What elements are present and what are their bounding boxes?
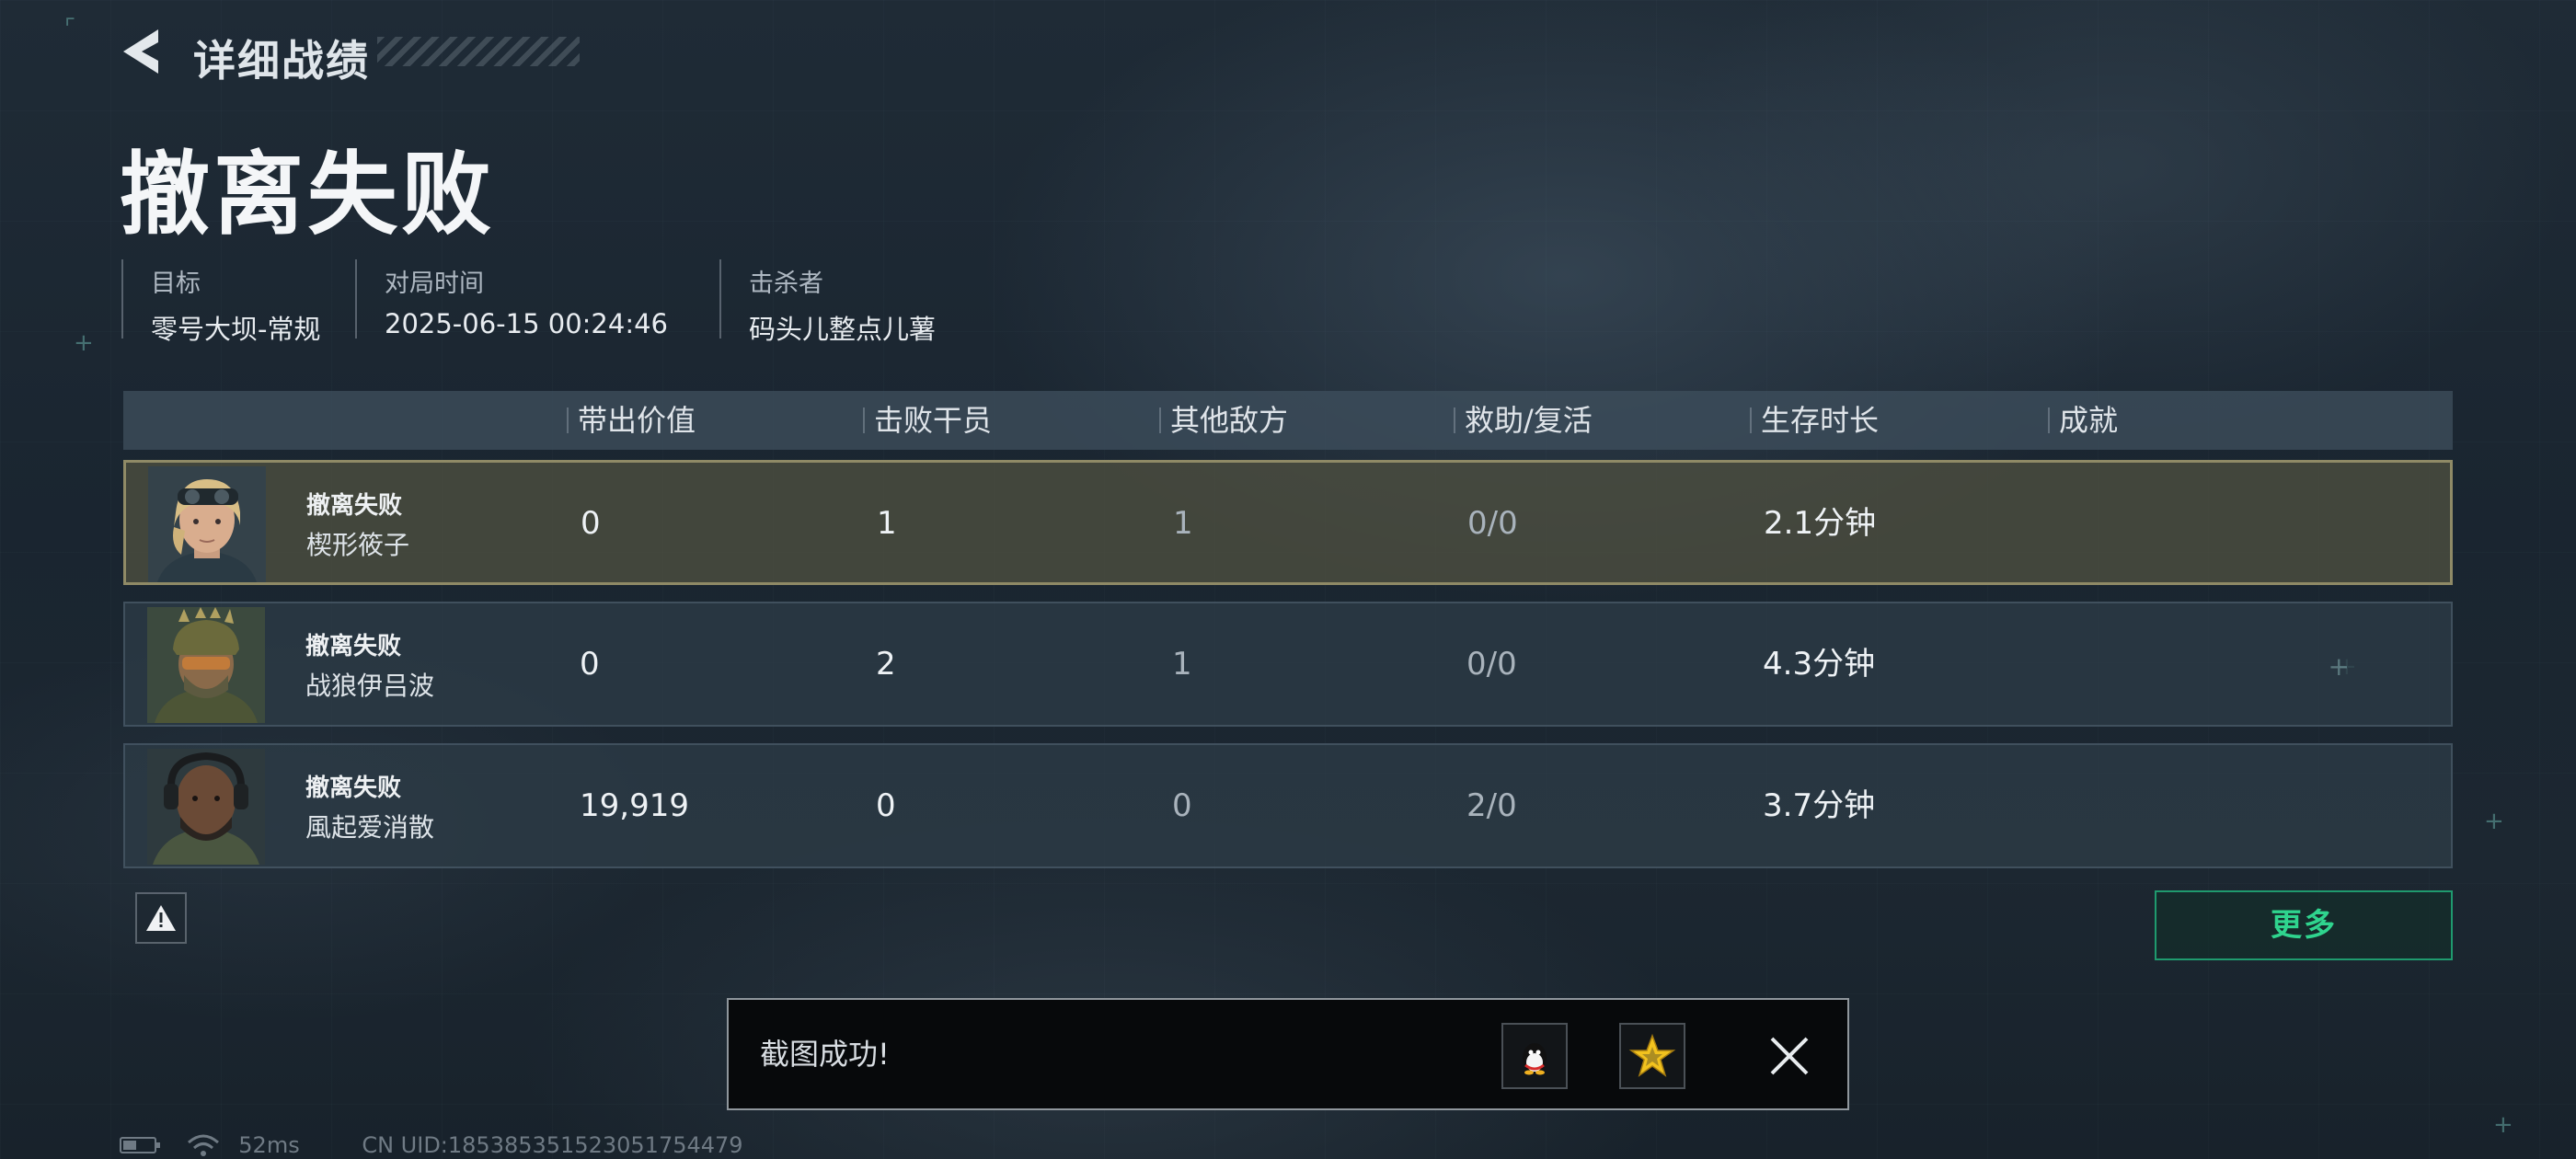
back-button[interactable] (118, 26, 169, 77)
player-status: 撤离失败 (305, 633, 402, 660)
share-qzone-button[interactable] (1619, 1023, 1685, 1089)
table-row[interactable]: 撤离失败 楔形筱子 0 1 1 0/0 2.1分钟 (123, 460, 2453, 585)
close-icon (1770, 1037, 1809, 1075)
cell-operator-kills: 2 (876, 646, 896, 683)
cell-operator-kills: 0 (876, 787, 896, 824)
qq-icon (1523, 1043, 1547, 1075)
cell-survival-time: 3.7分钟 (1763, 787, 1876, 824)
back-arrow-icon (123, 29, 158, 74)
info-value: 零号大坝-常规 (151, 314, 321, 345)
column-header: 成就 (2048, 391, 2118, 450)
status-bar: 52ms CN UID:185385351523051754479 (120, 1131, 743, 1158)
table-row[interactable]: 撤离失败 战狼伊吕波 0 2 1 0/0 4.3分钟 + (123, 602, 2453, 727)
wifi-icon (187, 1134, 219, 1156)
info-match-time: 对局时间 2025-06-15 00:24:46 (355, 259, 668, 339)
battery-icon (120, 1137, 160, 1153)
info-label: 目标 (151, 270, 201, 298)
info-killer: 击杀者 码头儿整点儿薯 (719, 259, 936, 345)
column-header: 生存时长 (1750, 391, 1879, 450)
hud-marker: + (2328, 651, 2350, 682)
cell-assist-revive: 0/0 (1467, 505, 1518, 542)
cell-extract-value: 0 (580, 646, 600, 683)
share-qq-button[interactable] (1501, 1023, 1568, 1089)
hud-marker: ⌜ (64, 15, 76, 42)
hud-marker: + (2493, 1111, 2513, 1139)
page-title: 撤离失败 (120, 143, 496, 247)
player-status: 撤离失败 (306, 492, 403, 520)
more-button[interactable]: 更多 (2155, 890, 2453, 960)
cell-assist-revive: 2/0 (1466, 787, 1517, 824)
title-decoration (377, 37, 580, 66)
uid-text: CN UID:185385351523051754479 (362, 1132, 743, 1158)
toast-message: 截图成功! (760, 1037, 890, 1072)
table-row[interactable]: 撤离失败 風起爱消散 19,919 0 0 2/0 3.7分钟 (123, 743, 2453, 868)
player-name: 战狼伊吕波 (305, 671, 435, 701)
ping-text: 52ms (238, 1132, 300, 1158)
column-header: 带出价值 (567, 391, 696, 450)
cell-operator-kills: 1 (877, 505, 897, 542)
cell-extract-value: 19,919 (580, 787, 689, 824)
cell-extract-value: 0 (581, 505, 601, 542)
warning-icon (146, 905, 176, 931)
cell-survival-time: 4.3分钟 (1763, 646, 1876, 683)
info-target: 目标 零号大坝-常规 (121, 259, 320, 345)
cell-other-enemies: 1 (1172, 646, 1192, 683)
screenshot-toast: 截图成功! (727, 998, 1849, 1110)
player-name: 楔形筱子 (306, 530, 410, 560)
hud-marker: + (74, 329, 94, 357)
avatar (147, 749, 265, 865)
avatar (147, 607, 265, 723)
column-header: 其他敌方 (1159, 391, 1288, 450)
info-value: 码头儿整点儿薯 (749, 314, 937, 345)
cell-other-enemies: 0 (1172, 787, 1192, 824)
info-label: 对局时间 (385, 270, 484, 298)
table-header: 带出价值 击败干员 其他敌方 救助/复活 生存时长 成就 (123, 391, 2453, 450)
player-name: 風起爱消散 (305, 812, 435, 843)
hud-marker: + (2484, 808, 2504, 835)
cell-assist-revive: 0/0 (1466, 646, 1517, 683)
report-button[interactable] (135, 892, 187, 944)
cell-survival-time: 2.1分钟 (1764, 505, 1877, 542)
info-value: 2025-06-15 00:24:46 (385, 308, 668, 339)
column-header: 救助/复活 (1454, 391, 1593, 450)
info-label: 击杀者 (749, 270, 823, 298)
toast-close-button[interactable] (1766, 1033, 1812, 1079)
cell-other-enemies: 1 (1173, 505, 1193, 542)
avatar (148, 466, 266, 582)
star-icon (1628, 1033, 1676, 1077)
column-header: 击败干员 (863, 391, 992, 450)
player-status: 撤离失败 (305, 775, 402, 802)
header-title: 详细战绩 (193, 36, 370, 86)
